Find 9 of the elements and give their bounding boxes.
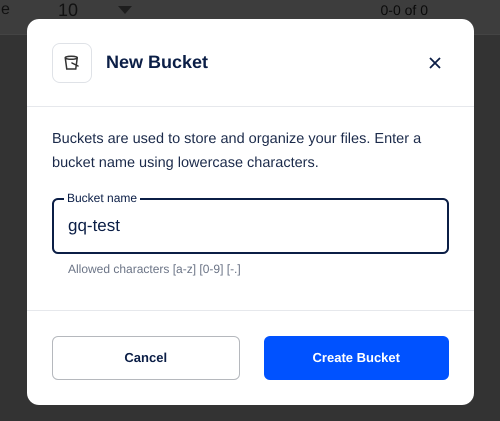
bucket-icon <box>52 42 92 82</box>
caret-icon <box>118 6 132 14</box>
dialog-description: Buckets are used to store and organize your files. Enter a bucket name using lowercase characters. <box>52 130 422 173</box>
dialog-title: New Bucket <box>106 51 208 74</box>
field-helper-text: Allowed characters [a-z] [0-9] [-.] <box>68 261 242 278</box>
field-label: Bucket name <box>64 191 140 205</box>
cancel-button[interactable]: Cancel <box>52 336 240 380</box>
create-button[interactable]: Create Bucket <box>264 336 449 380</box>
close-icon <box>429 56 441 68</box>
